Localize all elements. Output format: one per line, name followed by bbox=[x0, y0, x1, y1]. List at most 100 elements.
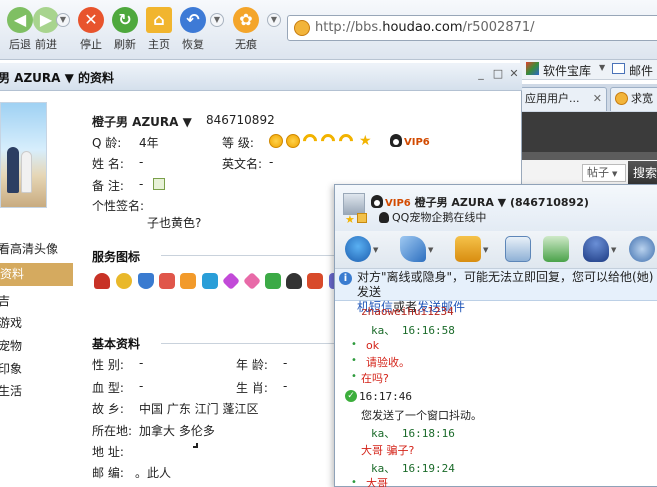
message-timestamp: 16:17:46 bbox=[359, 390, 412, 403]
incognito-label: 无痕 bbox=[235, 38, 257, 51]
level-sun-icon bbox=[286, 134, 300, 148]
hometown-label: 故 乡: bbox=[92, 402, 124, 416]
tab-request[interactable]: 求宽 bbox=[610, 87, 657, 111]
contact-avatar[interactable] bbox=[343, 193, 365, 215]
restore-dropdown[interactable]: ▼ bbox=[210, 13, 224, 27]
user-avatar[interactable] bbox=[0, 102, 47, 208]
bullet-icon: • bbox=[351, 355, 357, 366]
video-dropdown-icon[interactable]: ▼ bbox=[373, 246, 378, 254]
incognito-paw-icon: ✿ bbox=[233, 7, 259, 33]
message-history: zhaoweihui1234 ka、 16:16:58 • ok • 请验收。 … bbox=[335, 301, 657, 487]
assist-dropdown-icon[interactable]: ▼ bbox=[611, 246, 616, 254]
zodiac-label: 生 肖: bbox=[236, 381, 268, 395]
pet-penguin-icon bbox=[379, 212, 389, 223]
address-bar[interactable]: http://bbs.houdao.com/r5002871/ bbox=[287, 15, 657, 41]
sidebar-item-impression[interactable]: 印象 bbox=[0, 360, 22, 377]
penguin-service-icon[interactable] bbox=[286, 273, 302, 289]
q-age-label: Q 龄: bbox=[92, 136, 122, 150]
send-sms-icon[interactable] bbox=[505, 236, 531, 262]
edit-remark-icon[interactable] bbox=[153, 178, 165, 190]
incognito-dropdown[interactable]: ▼ bbox=[267, 13, 281, 27]
history-dropdown[interactable]: ▼ bbox=[56, 13, 70, 27]
restore-button[interactable]: ↶ 恢复 bbox=[173, 4, 213, 56]
vip-badge[interactable]: VIP6 bbox=[390, 134, 430, 148]
browser-toolbar: ◀ 后退 ▶ 前进 ▼ ✕ 停止 ↻ 刷新 ⌂ 主页 ↶ 恢复 ▼ ✿ 无痕 ▼… bbox=[0, 0, 657, 60]
chat-header: VIP6 橙子男 AZURA ▼ (846710892) ★ QQ宠物企鹅在线中 bbox=[335, 185, 657, 231]
bullet-icon: • bbox=[351, 477, 357, 487]
message-timestamp: ka、 16:18:16 bbox=[371, 427, 455, 440]
mail-link[interactable]: 邮件 bbox=[629, 62, 653, 79]
sidebar-item-life[interactable]: 生活 bbox=[0, 382, 22, 399]
penguin-icon bbox=[371, 195, 383, 208]
stop-icon: ✕ bbox=[78, 7, 104, 33]
qq-show-service-icon[interactable] bbox=[116, 273, 132, 289]
sidebar-item-1[interactable]: 吉 bbox=[0, 292, 10, 309]
gift-icon bbox=[357, 213, 367, 223]
tab-apps[interactable]: 应用用户... ✕ bbox=[520, 87, 607, 111]
profile-nickname[interactable]: 橙子男 AZURA ▼ bbox=[92, 113, 192, 130]
software-store-icon bbox=[526, 62, 539, 75]
restore-icon: ↶ bbox=[180, 7, 206, 33]
section-divider bbox=[161, 255, 336, 256]
incognito-button[interactable]: ✿ 无痕 bbox=[226, 4, 266, 56]
level-star-icon: ★ bbox=[359, 133, 372, 149]
contact-title: VIP6 橙子男 AZURA ▼ (846710892) bbox=[371, 194, 589, 210]
green-diamond-service-icon[interactable] bbox=[265, 273, 281, 289]
software-store-dropdown-icon[interactable]: ▼ bbox=[599, 63, 605, 72]
forward-button[interactable]: ▶ 前进 bbox=[26, 4, 66, 56]
url-text: http://bbs.houdao.com/r5002871/ bbox=[315, 20, 535, 35]
qq-vip-service-icon[interactable] bbox=[94, 273, 110, 289]
search-button[interactable]: 搜索 bbox=[628, 161, 657, 185]
post-type-select[interactable]: 帖子 ▼ bbox=[582, 164, 626, 182]
message-timestamp: ka、 16:19:24 bbox=[371, 462, 455, 475]
qq-security-service-icon[interactable] bbox=[138, 273, 154, 289]
minimize-icon[interactable]: _ bbox=[473, 67, 489, 81]
vip-label: VIP6 bbox=[404, 137, 430, 148]
tab-bar: 应用用户... ✕ 求宽 bbox=[520, 84, 657, 112]
file-dropdown-icon[interactable]: ▼ bbox=[483, 246, 488, 254]
software-store-link[interactable]: 软件宝库 bbox=[543, 62, 591, 79]
video-call-icon[interactable] bbox=[345, 236, 371, 262]
age-label: 年 龄: bbox=[236, 358, 268, 372]
blue-diamond-service-icon[interactable] bbox=[202, 273, 218, 289]
voice-dropdown-icon[interactable]: ▼ bbox=[428, 246, 433, 254]
site-favicon-icon bbox=[294, 20, 310, 36]
pink-diamond-service-icon[interactable] bbox=[242, 271, 262, 291]
bullet-icon: • bbox=[351, 339, 357, 350]
send-file-icon[interactable] bbox=[455, 236, 481, 262]
site-header-bar bbox=[520, 112, 657, 152]
purple-diamond-service-icon[interactable] bbox=[221, 271, 241, 291]
bookmark-bar: 软件宝库 ▼ 邮件 bbox=[520, 60, 657, 80]
hd-avatar-link[interactable]: 看高清头像 bbox=[0, 240, 58, 257]
profile-title-bar: 男 AZURA ▼ 的资料 _ □ ✕ bbox=[0, 63, 522, 91]
text-cursor-mark bbox=[193, 443, 198, 448]
level-label: 等 级: bbox=[222, 136, 254, 150]
qq-music-service-icon[interactable] bbox=[307, 273, 323, 289]
english-name-label: 英文名: bbox=[222, 157, 263, 171]
chat-window: VIP6 橙子男 AZURA ▼ (846710892) ★ QQ宠物企鹅在线中… bbox=[334, 184, 657, 487]
maximize-icon[interactable]: □ bbox=[490, 67, 506, 81]
refresh-icon: ↻ bbox=[112, 7, 138, 33]
tab-close-icon[interactable]: ✕ bbox=[593, 88, 602, 110]
contact-name[interactable]: 橙子男 AZURA ▼ (846710892) bbox=[415, 196, 589, 209]
contact-status-row: QQ宠物企鹅在线中 bbox=[379, 209, 486, 225]
remark-label: 备 注: bbox=[92, 179, 124, 193]
profile-window-title: 男 AZURA ▼ 的资料 bbox=[0, 71, 115, 85]
red-diamond-service-icon[interactable] bbox=[159, 273, 175, 289]
sidebar-item-profile[interactable]: 资料 bbox=[0, 263, 73, 286]
close-icon[interactable]: ✕ bbox=[506, 67, 522, 81]
mail-icon bbox=[612, 63, 625, 74]
voice-call-icon[interactable] bbox=[400, 236, 426, 262]
offline-notice: i 对方"离线或隐身"，可能无法立即回复，您可以给他(她)发送 机短信或者发送邮… bbox=[335, 269, 657, 314]
yellow-diamond-service-icon[interactable] bbox=[180, 273, 196, 289]
remark-value: - bbox=[139, 177, 144, 191]
sidebar-item-pets[interactable]: 宠物 bbox=[0, 337, 22, 354]
create-group-icon[interactable] bbox=[543, 236, 569, 262]
age-value: - bbox=[283, 356, 288, 370]
signature-label: 个性签名: bbox=[92, 199, 145, 213]
remote-assist-icon[interactable] bbox=[583, 236, 609, 262]
chat-vip-badge[interactable]: VIP6 bbox=[371, 195, 411, 209]
sidebar-item-games[interactable]: 游戏 bbox=[0, 314, 22, 331]
contact-status: QQ宠物企鹅在线中 bbox=[392, 211, 487, 224]
app-settings-icon[interactable] bbox=[629, 236, 655, 262]
